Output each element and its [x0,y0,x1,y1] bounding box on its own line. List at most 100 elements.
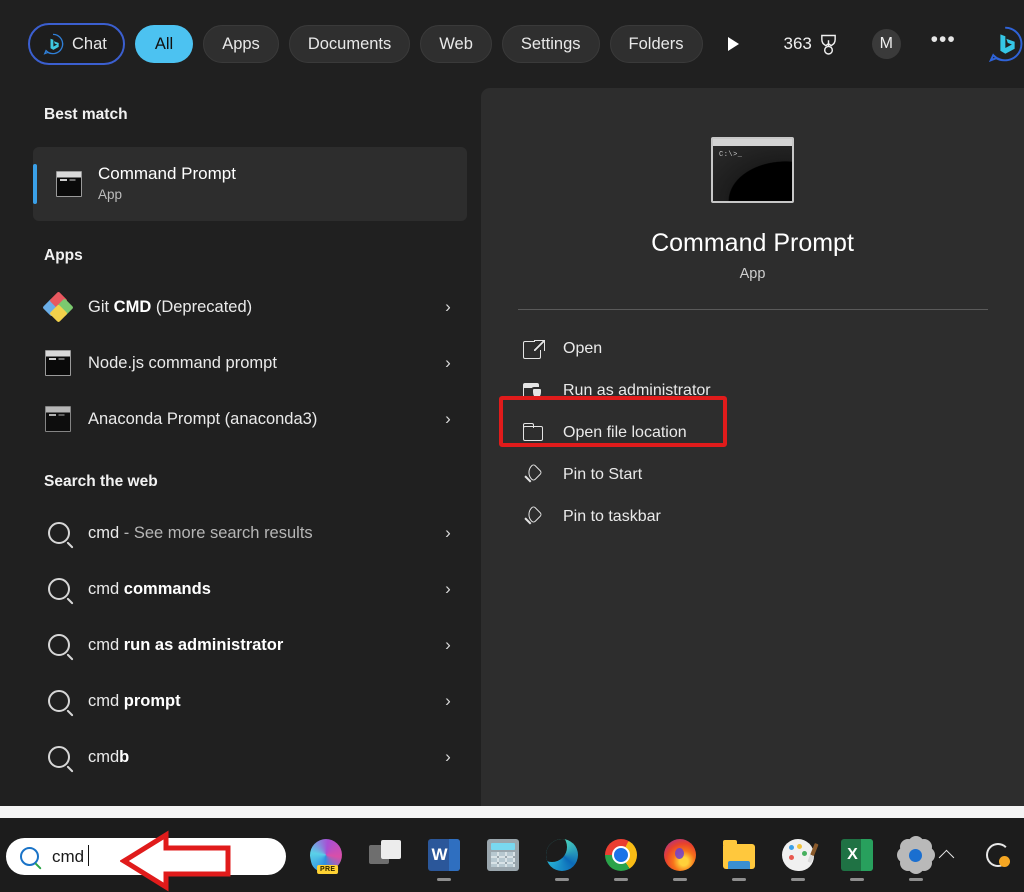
chevron-right-icon[interactable]: › [441,579,455,599]
taskbar-item-task-view[interactable] [355,818,414,892]
taskbar-item-paint[interactable] [768,818,827,892]
windows-update-button[interactable] [972,818,1024,892]
copilot-preview-badge: PRE [316,864,338,874]
firefox-icon [663,839,696,871]
chevron-right-icon[interactable]: › [441,691,455,711]
calculator-icon [486,839,519,871]
tab-all[interactable]: All [134,25,194,63]
excel-icon: X [840,839,873,871]
file-explorer-icon [722,840,755,869]
chrome-icon [604,839,637,871]
app-result-label: Node.js command prompt [88,353,277,372]
chevron-right-icon[interactable]: › [441,353,455,373]
section-heading-search-the-web: Search the web [44,473,158,490]
taskbar-item-copilot[interactable]: PRE [296,818,355,892]
task-view-icon [368,839,401,871]
taskbar-item-firefox[interactable] [650,818,709,892]
open-external-icon [523,338,545,360]
web-result-label: cmd - See more search results [88,523,313,542]
best-match-result-command-prompt[interactable]: Command Prompt App [33,147,467,221]
anaconda-console-icon [45,406,71,432]
action-run-as-administrator[interactable]: Run as administrator [517,370,979,412]
preview-divider [517,309,988,310]
search-filter-toolbar: Chat All Apps Documents Web Settings Fol… [0,0,1024,88]
system-tray [920,818,1024,892]
app-result-nodejs-command-prompt[interactable]: Node.js command prompt › [33,335,467,391]
chevron-right-icon[interactable]: › [441,635,455,655]
action-pin-to-start[interactable]: Pin to Start [517,454,979,496]
command-prompt-icon [56,171,82,197]
taskbar-search-value: cmd [52,844,90,866]
overflow-menu-icon[interactable]: ••• [931,29,956,53]
action-open[interactable]: Open [517,328,979,370]
chevron-right-icon[interactable]: › [441,747,455,767]
update-icon [986,843,1010,867]
preview-title: Command Prompt [651,229,854,257]
taskbar-item-chrome[interactable] [591,818,650,892]
web-result-label: cmd commands [88,579,211,598]
search-icon [45,520,71,546]
windows-search-flyout: Chat All Apps Documents Web Settings Fol… [0,0,1024,806]
action-label: Pin to taskbar [563,508,661,525]
rewards-points[interactable]: 363 [783,34,837,55]
web-result-see-more[interactable]: cmd - See more search results › [33,505,467,561]
search-icon [20,847,39,866]
taskbar-item-calculator[interactable] [473,818,532,892]
search-results-list: Best match Command Prompt App Apps Git C… [0,88,481,806]
best-match-title: Command Prompt [98,164,236,184]
avatar[interactable]: M [871,29,901,59]
tab-web-label: Web [439,34,473,53]
play-arrow-icon[interactable] [721,29,746,59]
action-label: Open [563,340,603,357]
copilot-icon: PRE [306,836,345,874]
bing-logo-icon[interactable] [986,24,1024,64]
taskbar-item-edge[interactable] [532,818,591,892]
taskbar-item-word[interactable]: W [414,818,473,892]
tab-folders-label: Folders [628,34,684,53]
folder-icon [523,422,545,444]
result-preview-panel: Command Prompt App Open Run as administr… [481,88,1024,806]
chevron-right-icon[interactable]: › [441,297,455,317]
avatar-initial: M [879,35,893,52]
tab-documents[interactable]: Documents [288,25,411,63]
pin-icon [523,463,545,486]
search-icon [45,632,71,658]
tab-settings[interactable]: Settings [501,25,600,63]
taskbar-item-file-explorer[interactable] [709,818,768,892]
taskbar: cmd PRE W X [0,818,1024,892]
tab-apps[interactable]: Apps [203,25,279,63]
taskbar-item-excel[interactable]: X [827,818,886,892]
show-hidden-icons-button[interactable] [920,818,972,892]
web-result-cmd-prompt[interactable]: cmd prompt › [33,673,467,729]
tab-folders[interactable]: Folders [609,25,703,63]
web-result-cmd-run-as-administrator[interactable]: cmd run as administrator › [33,617,467,673]
action-open-file-location[interactable]: Open file location [517,412,979,454]
shield-admin-icon [523,381,545,401]
taskbar-search-input[interactable]: cmd [6,838,286,875]
web-result-cmd-commands[interactable]: cmd commands › [33,561,467,617]
rewards-points-value: 363 [783,34,812,53]
preview-subtitle: App [739,266,766,282]
chevron-right-icon[interactable]: › [441,523,455,543]
chevron-right-icon[interactable]: › [441,409,455,429]
tab-chat[interactable]: Chat [28,23,125,65]
git-cmd-icon [42,291,74,323]
word-icon: W [427,839,460,871]
web-result-cmdb[interactable]: cmdb › [33,729,467,785]
tab-web[interactable]: Web [420,25,492,63]
tab-settings-label: Settings [520,34,581,53]
action-label: Open file location [563,424,687,441]
best-match-subtitle: App [98,187,123,203]
app-result-label: Git CMD (Deprecated) [88,297,253,316]
nodejs-console-icon [45,350,71,376]
app-result-git-cmd[interactable]: Git CMD (Deprecated) › [33,279,467,335]
app-result-anaconda-prompt[interactable]: Anaconda Prompt (anaconda3) › [33,391,467,447]
web-result-label: cmdb [88,747,130,766]
edge-icon [545,839,578,871]
tab-all-label: All [154,34,174,53]
taskbar-app-buttons: PRE W X [296,818,945,892]
section-heading-apps: Apps [44,247,83,264]
tab-documents-label: Documents [307,34,392,53]
action-pin-to-taskbar[interactable]: Pin to taskbar [517,496,979,538]
pin-icon [523,505,545,528]
